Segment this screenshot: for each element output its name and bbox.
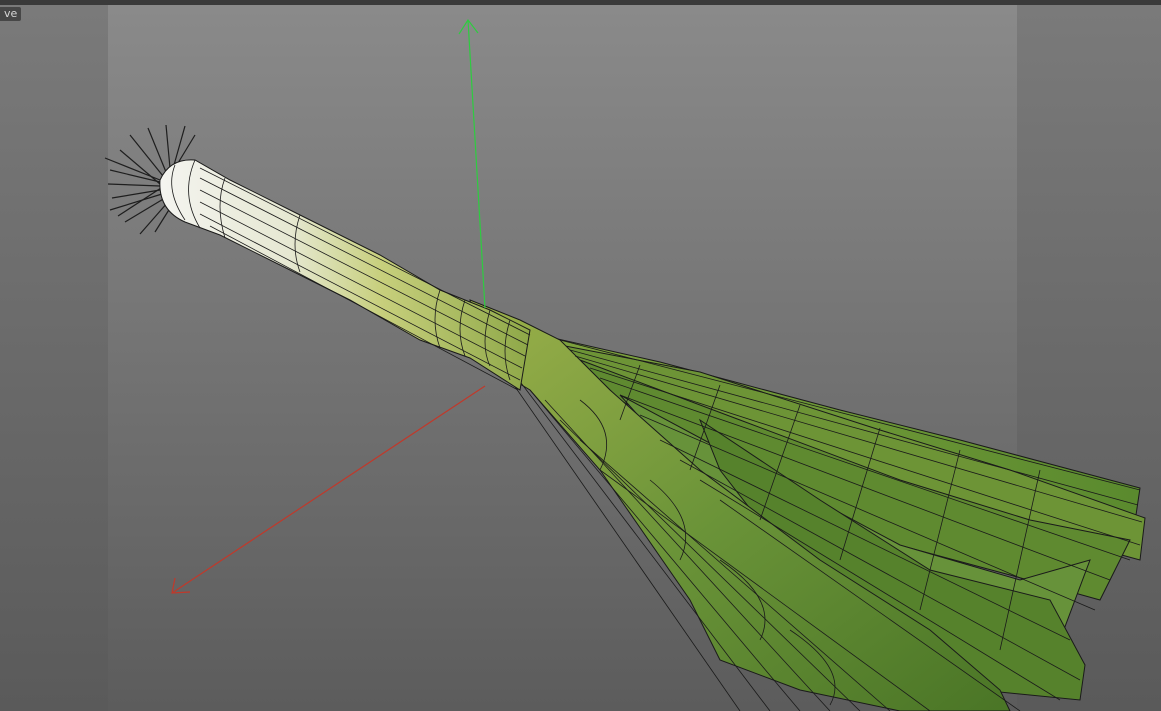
leek-stalk[interactable] xyxy=(159,159,531,391)
axis-y xyxy=(458,18,486,309)
scene-canvas[interactable] xyxy=(0,0,1161,711)
3d-viewport[interactable]: ve xyxy=(0,0,1161,711)
leek-leaves[interactable] xyxy=(469,299,1146,711)
axis-x xyxy=(171,385,486,594)
